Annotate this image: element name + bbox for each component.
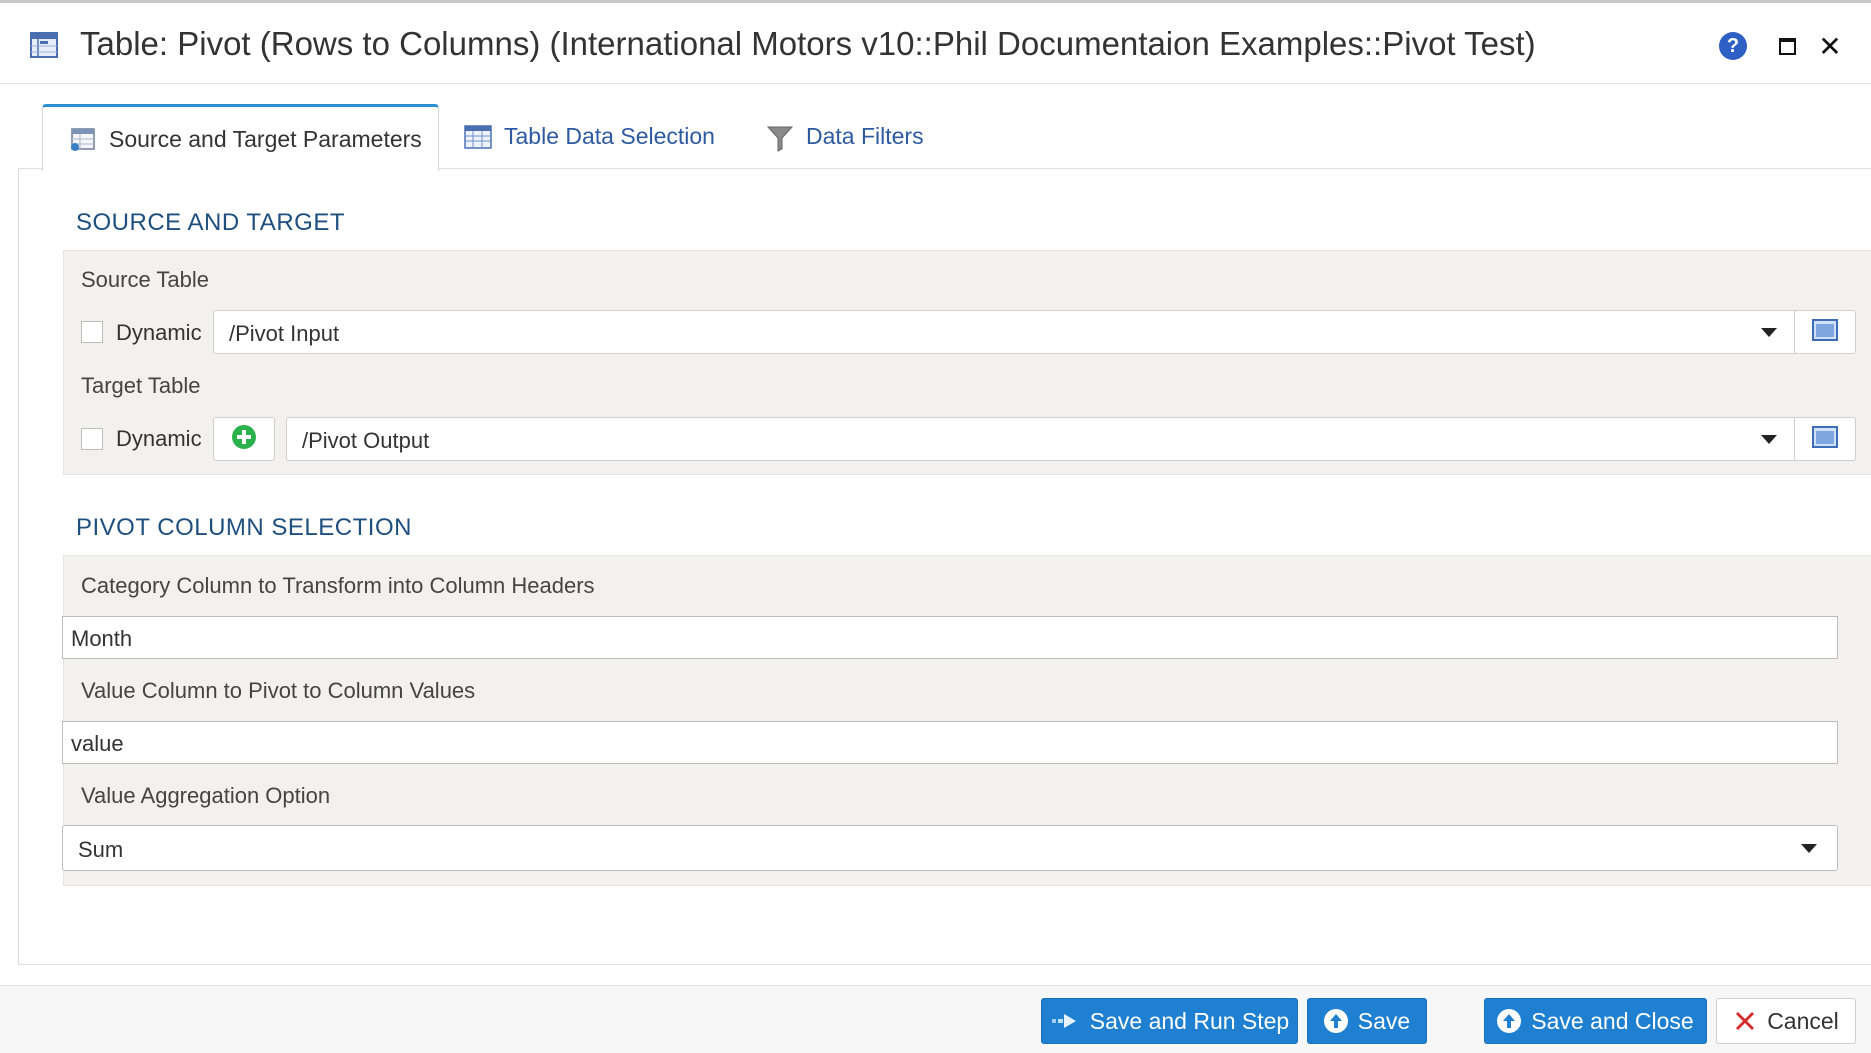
- value-column-label: Value Column to Pivot to Column Values: [81, 678, 476, 703]
- category-column-label: Category Column to Transform into Column…: [81, 573, 595, 598]
- close-icon: ✕: [1818, 30, 1842, 62]
- target-dynamic-label: Dynamic: [116, 426, 202, 451]
- help-icon: ?: [1719, 32, 1747, 60]
- source-table-value: /Pivot Input: [229, 321, 340, 346]
- target-table-browse-button[interactable]: [1794, 417, 1856, 461]
- tab-label: Source and Target Parameters: [109, 125, 422, 152]
- title-bar: Table: Pivot (Rows to Columns) (Internat…: [0, 3, 1871, 84]
- tab-label: Table Data Selection: [504, 123, 715, 149]
- button-label: Save and Close: [1531, 1007, 1694, 1034]
- tab-strip: Source and Target Parameters Table Data …: [0, 84, 1871, 171]
- tab-label: Data Filters: [806, 123, 924, 149]
- add-target-table-button[interactable]: [213, 417, 275, 461]
- target-table-value: /Pivot Output: [302, 428, 430, 453]
- section-heading-source-target: SOURCE AND TARGET: [76, 209, 345, 236]
- source-table-select[interactable]: /Pivot Input: [213, 310, 1798, 354]
- add-icon: [231, 424, 257, 455]
- cancel-x-icon: [1733, 1009, 1757, 1033]
- button-label: Cancel: [1767, 1007, 1839, 1034]
- save-button[interactable]: Save: [1307, 998, 1427, 1044]
- funnel-icon: [766, 124, 794, 152]
- table-icon: [1812, 318, 1838, 346]
- aggregation-value: Sum: [78, 837, 124, 862]
- target-dynamic-checkbox[interactable]: [81, 428, 103, 450]
- source-dynamic-label: Dynamic: [116, 320, 202, 345]
- table-settings-icon: [69, 126, 97, 152]
- save-up-icon: [1323, 1009, 1348, 1033]
- tab-table-data-selection[interactable]: Table Data Selection: [464, 104, 715, 169]
- section-heading-pivot: PIVOT COLUMN SELECTION: [76, 514, 412, 541]
- chevron-down-icon: [1761, 435, 1777, 444]
- target-table-label: Target Table: [81, 373, 201, 398]
- tab-data-filters[interactable]: Data Filters: [766, 104, 924, 169]
- content-panel: SOURCE AND TARGET Source Table Dynamic /…: [18, 168, 1871, 965]
- source-target-group: Source Table Dynamic /Pivot Input Target…: [63, 250, 1871, 475]
- chevron-down-icon: [1801, 844, 1817, 853]
- maximize-button[interactable]: [1772, 31, 1802, 61]
- table-icon: [1812, 425, 1838, 453]
- tab-source-and-target-parameters[interactable]: Source and Target Parameters: [42, 104, 439, 171]
- source-dynamic-checkbox[interactable]: [81, 321, 103, 343]
- table-grid-icon: [464, 124, 492, 150]
- save-up-icon: [1497, 1009, 1522, 1033]
- value-column-field[interactable]: value: [62, 721, 1838, 764]
- close-button[interactable]: ✕: [1815, 30, 1845, 62]
- table-icon: [30, 32, 58, 58]
- save-and-run-step-button[interactable]: Save and Run Step: [1041, 998, 1298, 1044]
- aggregation-select[interactable]: Sum: [62, 825, 1838, 871]
- target-table-select[interactable]: /Pivot Output: [286, 417, 1798, 461]
- button-label: Save and Run Step: [1089, 1007, 1290, 1034]
- run-arrow-icon: [1050, 1010, 1080, 1032]
- window-title: Table: Pivot (Rows to Columns) (Internat…: [80, 25, 1536, 62]
- aggregation-label: Value Aggregation Option: [81, 783, 331, 808]
- footer-bar: Save and Run Step Save Save and Close Ca…: [0, 985, 1871, 1053]
- save-and-close-button[interactable]: Save and Close: [1484, 998, 1707, 1044]
- cancel-button[interactable]: Cancel: [1716, 998, 1856, 1044]
- source-table-browse-button[interactable]: [1794, 310, 1856, 354]
- source-table-label: Source Table: [81, 267, 210, 292]
- chevron-down-icon: [1761, 328, 1777, 337]
- help-button[interactable]: ?: [1718, 31, 1748, 61]
- category-column-field[interactable]: Month: [62, 616, 1838, 659]
- maximize-icon: [1778, 37, 1796, 55]
- button-label: Save: [1357, 1007, 1411, 1034]
